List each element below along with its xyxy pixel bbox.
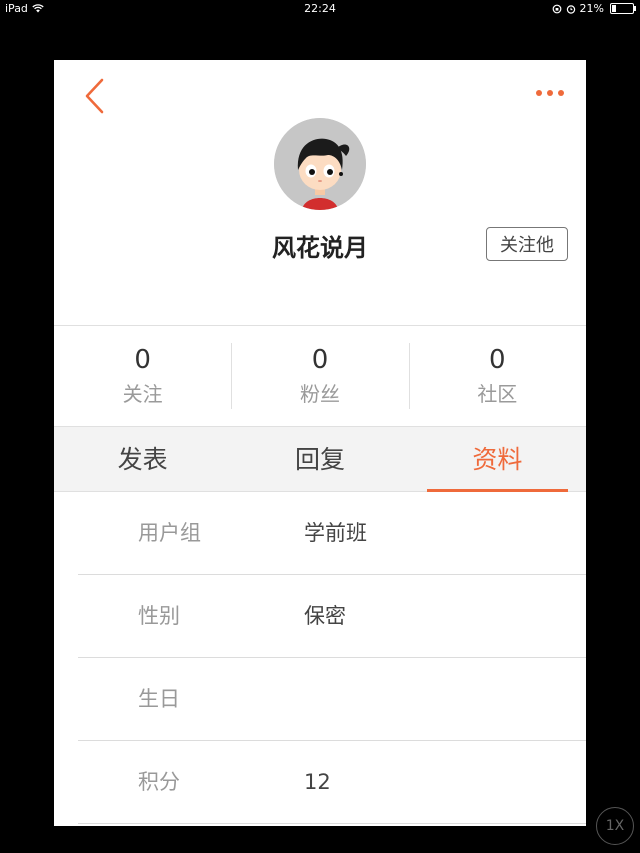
rotation-lock-icon — [552, 4, 561, 13]
cartoon-avatar-icon — [274, 118, 366, 210]
stat-following-count: 0 — [134, 345, 151, 375]
info-value: 学前班 — [304, 521, 367, 545]
profile-card: 风花说月 关注他 0 关注 0 粉丝 0 社区 发表 回复 资料 用户组 学前班… — [54, 60, 586, 826]
info-row-user-group: 用户组 学前班 — [78, 492, 586, 575]
zoom-toggle-button[interactable]: 1X — [596, 807, 634, 845]
info-label: 用户组 — [138, 521, 201, 545]
stat-community-label: 社区 — [477, 382, 518, 406]
info-label: 生日 — [138, 687, 180, 711]
battery-icon — [610, 3, 636, 14]
info-value: 12 — [304, 770, 331, 794]
stat-community[interactable]: 0 社区 — [408, 326, 586, 426]
stat-followers-count: 0 — [311, 345, 329, 375]
tab-replies[interactable]: 回复 — [231, 427, 408, 491]
info-label: 性别 — [138, 604, 180, 628]
info-label: 积分 — [138, 770, 180, 794]
battery-percent: 21% — [579, 2, 604, 15]
info-row-gender: 性别 保密 — [78, 575, 586, 658]
status-bar: iPad 22:24 21% — [0, 0, 640, 18]
more-dot-icon — [547, 90, 553, 96]
stat-followers[interactable]: 0 粉丝 — [231, 326, 408, 426]
info-row-points: 积分 12 — [78, 741, 586, 824]
back-button[interactable] — [82, 78, 112, 114]
alarm-icon — [566, 4, 575, 14]
tab-posts[interactable]: 发表 — [54, 427, 231, 491]
stat-community-count: 0 — [489, 345, 506, 375]
back-chevron-icon — [85, 78, 104, 114]
info-row-birthday: 生日 — [78, 658, 586, 741]
avatar[interactable] — [274, 118, 366, 210]
battery-level — [612, 5, 616, 12]
info-list: 用户组 学前班 性别 保密 生日 积分 12 — [78, 492, 586, 824]
status-time: 22:24 — [304, 2, 336, 15]
stat-followers-label: 粉丝 — [299, 382, 340, 406]
info-value: 保密 — [304, 604, 346, 628]
stat-following[interactable]: 0 关注 — [54, 326, 231, 426]
follow-button[interactable]: 关注他 — [486, 227, 568, 261]
stat-following-label: 关注 — [122, 382, 163, 406]
more-dot-icon — [536, 90, 542, 96]
tab-profile-info[interactable]: 资料 — [409, 427, 586, 492]
more-dot-icon — [558, 90, 564, 96]
stats-bar: 0 关注 0 粉丝 0 社区 — [54, 325, 586, 426]
profile-tabs: 发表 回复 资料 — [54, 426, 586, 492]
more-options-button[interactable] — [536, 90, 564, 96]
